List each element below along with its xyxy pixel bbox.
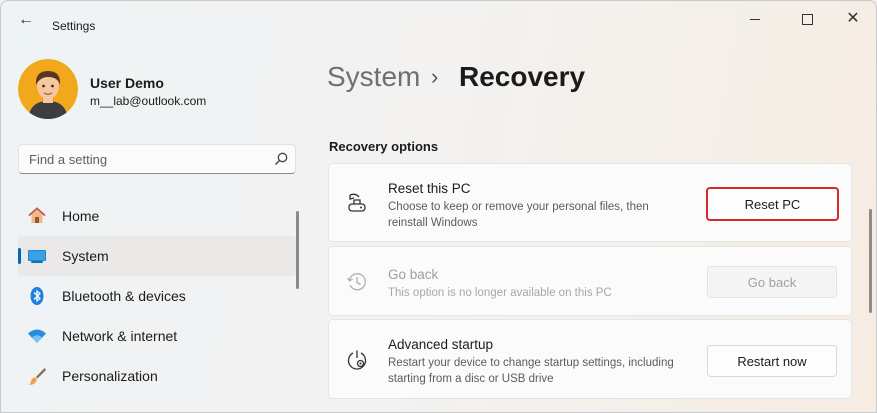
system-icon: [27, 246, 47, 266]
reset-pc-description: Choose to keep or remove your personal f…: [388, 201, 649, 229]
sidebar-item-label: Network & internet: [62, 328, 178, 344]
maximize-icon: [801, 13, 813, 25]
search-box[interactable]: [18, 144, 296, 174]
title-bar: ← Settings ✕: [1, 1, 876, 37]
sidebar-item-home[interactable]: Home: [18, 196, 296, 236]
maximize-button[interactable]: [787, 7, 827, 31]
close-icon: ✕: [846, 10, 860, 27]
search-icon[interactable]: [273, 151, 289, 167]
section-title: Recovery options: [329, 139, 439, 154]
page-title: Recovery: [459, 61, 586, 92]
advanced-startup-card: Advanced startup Restart your device to …: [328, 319, 852, 399]
main-scrollbar[interactable]: [869, 209, 872, 313]
sidebar-nav: Home System Bluetooth & devices Network …: [18, 196, 296, 396]
avatar[interactable]: [18, 59, 78, 119]
minimize-button[interactable]: [735, 7, 775, 31]
avatar-image: [18, 59, 78, 119]
minimize-icon: [750, 18, 760, 20]
history-icon: [346, 273, 366, 291]
breadcrumb-parent[interactable]: System: [327, 61, 420, 93]
go-back-button[interactable]: Go back: [707, 266, 837, 298]
sidebar-item-system[interactable]: System: [18, 236, 296, 276]
breadcrumb-separator: ›: [431, 64, 439, 89]
go-back-description: This option is no longer available on th…: [388, 287, 612, 299]
wifi-icon: [27, 326, 47, 346]
selection-indicator: [18, 248, 21, 264]
advanced-startup-description: Restart your device to change startup se…: [388, 357, 674, 385]
sidebar-item-personalization[interactable]: Personalization: [18, 356, 296, 396]
settings-window: ← Settings ✕ User Demo m__lab@outlook.co…: [0, 0, 877, 413]
bluetooth-icon: [27, 286, 47, 306]
sidebar-item-bluetooth[interactable]: Bluetooth & devices: [18, 276, 296, 316]
go-back-title: Go back: [388, 267, 439, 282]
reset-pc-title: Reset this PC: [388, 181, 471, 196]
back-arrow-icon: ←: [18, 11, 34, 28]
brush-icon: [27, 366, 47, 386]
sidebar-item-label: System: [62, 248, 109, 264]
advanced-startup-title: Advanced startup: [388, 337, 494, 352]
reset-pc-button[interactable]: Reset PC: [706, 187, 839, 221]
reset-pc-icon: [348, 193, 366, 212]
close-button[interactable]: ✕: [833, 7, 873, 31]
reset-pc-card: Reset this PC Choose to keep or remove y…: [328, 163, 852, 242]
user-name: User Demo: [90, 75, 164, 91]
sidebar-scrollbar[interactable]: [296, 211, 299, 289]
user-email: m__lab@outlook.com: [90, 94, 207, 108]
sidebar-item-network[interactable]: Network & internet: [18, 316, 296, 356]
sidebar-item-label: Home: [62, 208, 100, 224]
advanced-startup-icon: [347, 350, 367, 370]
back-button[interactable]: ←: [13, 10, 39, 30]
sidebar-item-label: Personalization: [62, 368, 158, 384]
sidebar-item-label: Bluetooth & devices: [62, 288, 186, 304]
restart-now-button[interactable]: Restart now: [707, 345, 837, 377]
app-title: Settings: [52, 19, 96, 33]
go-back-card: Go back This option is no longer availab…: [328, 246, 852, 316]
search-input[interactable]: [29, 150, 259, 168]
home-icon: [27, 206, 47, 226]
